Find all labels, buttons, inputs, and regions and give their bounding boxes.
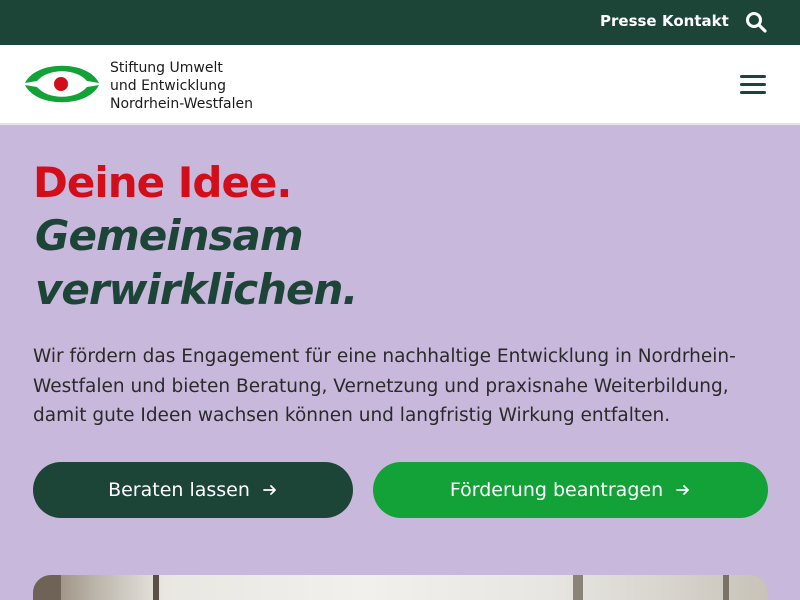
org-name-line: Nordrhein-Westfalen — [110, 96, 253, 112]
hero-intro-text: Wir fördern das Engagement für eine nach… — [33, 346, 736, 426]
top-bar: Presse Kontakt — [0, 0, 800, 45]
beraten-lassen-button[interactable]: Beraten lassen — [33, 462, 353, 518]
foundation-logo-icon[interactable] — [24, 58, 100, 110]
foerderung-beantragen-button[interactable]: Förderung beantragen — [373, 462, 768, 518]
kontakt-link[interactable]: Kontakt — [662, 12, 729, 30]
button-label: Beraten lassen — [108, 479, 250, 501]
org-name-line: und Entwicklung — [110, 78, 226, 94]
org-name[interactable]: Stiftung Umwelt und Entwicklung Nordrhei… — [110, 59, 253, 113]
org-name-line: Stiftung Umwelt — [110, 60, 223, 76]
site-header: Stiftung Umwelt und Entwicklung Nordrhei… — [0, 45, 800, 125]
button-label: Förderung beantragen — [449, 479, 664, 501]
hero-headline-green-1: Gemeinsam — [35, 211, 304, 260]
arrow-right-icon — [263, 485, 276, 495]
search-icon[interactable] — [745, 11, 767, 33]
hero-headline-green-2: verwirklichen. — [35, 265, 358, 314]
hero-image — [33, 575, 768, 600]
presse-link[interactable]: Presse — [600, 12, 657, 30]
arrow-right-icon — [676, 485, 690, 495]
hero-headline-red: Deine Idee. — [33, 158, 292, 207]
hamburger-menu-icon[interactable] — [740, 75, 766, 95]
